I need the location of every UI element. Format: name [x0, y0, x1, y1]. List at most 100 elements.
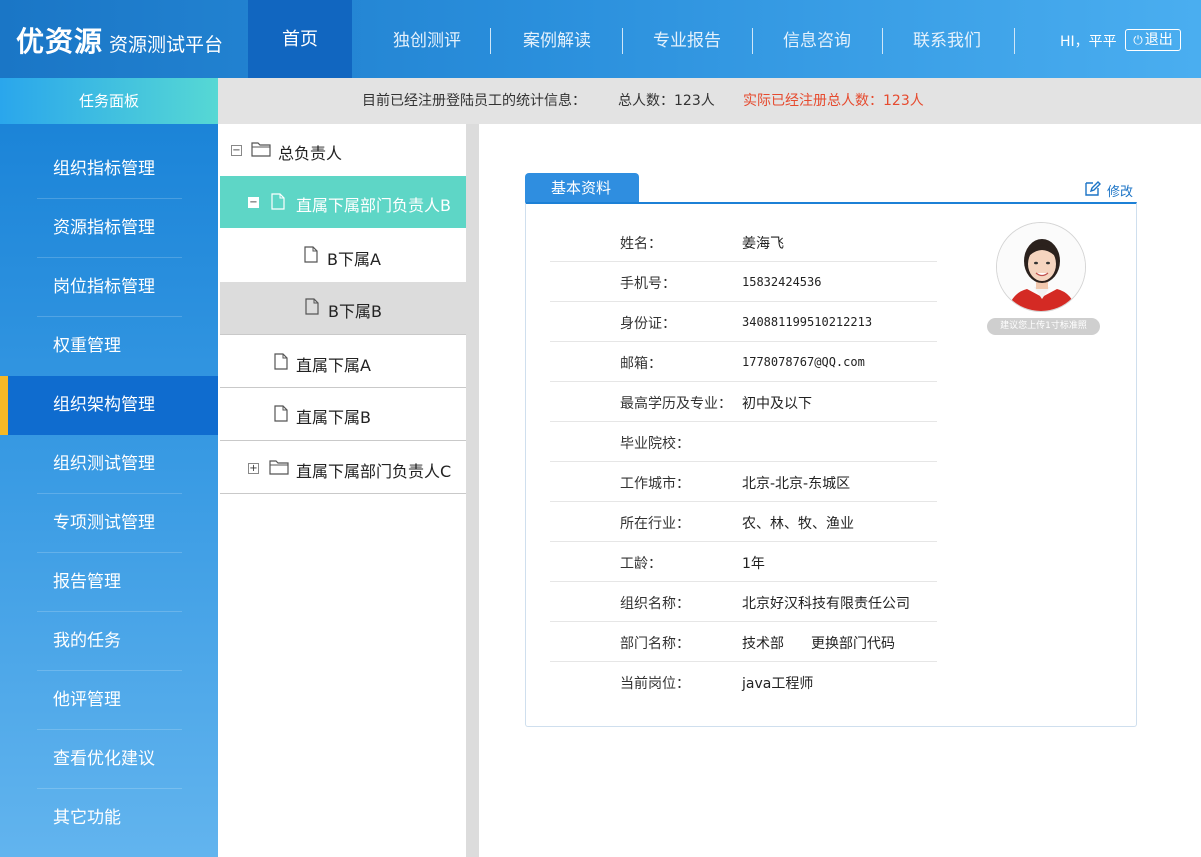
- sidebar-item-my-tasks[interactable]: 我的任务: [0, 612, 218, 671]
- sidebar-item-resource-indicators[interactable]: 资源指标管理: [0, 199, 218, 258]
- field-label: 工龄：: [620, 556, 662, 572]
- sidebar-item-label: 我的任务: [53, 631, 121, 651]
- nav-item-evaluation[interactable]: 独创测评: [393, 0, 461, 78]
- sidebar-item-suggestions[interactable]: 查看优化建议: [0, 730, 218, 789]
- sidebar-item-org-tests[interactable]: 组织测试管理: [0, 435, 218, 494]
- sidebar-item-label: 岗位指标管理: [53, 277, 155, 297]
- field-value: 北京好汉科技有限责任公司: [742, 596, 910, 612]
- tree-node-label: 直属下属A: [296, 356, 371, 375]
- sidebar-item-reports[interactable]: 报告管理: [0, 553, 218, 612]
- tree-node-direct-a[interactable]: 直属下属A: [220, 335, 466, 388]
- tree-node-dept-c[interactable]: + 直属下属部门负责人C: [220, 441, 466, 494]
- nav-item-contact[interactable]: 联系我们: [913, 0, 981, 78]
- sidebar: 组织指标管理 资源指标管理 岗位指标管理 权重管理 组织架构管理 组织测试管理 …: [0, 124, 218, 857]
- sidebar-item-label: 组织测试管理: [53, 454, 155, 474]
- sidebar-item-peer-review[interactable]: 他评管理: [0, 671, 218, 730]
- field-label: 姓名：: [620, 236, 662, 252]
- file-icon: [274, 405, 288, 422]
- tree-node-b-sub-a[interactable]: B下属A: [220, 228, 466, 282]
- stats-label: 目前已经注册登陆员工的统计信息：: [362, 93, 586, 109]
- logout-button[interactable]: ⏻ 退出: [1125, 29, 1181, 51]
- collapse-icon[interactable]: −: [231, 145, 242, 156]
- logo[interactable]: 优资源 资源测试平台: [16, 20, 223, 60]
- change-dept-code-link[interactable]: 更换部门代码: [811, 633, 895, 653]
- folder-icon: [269, 460, 289, 475]
- field-value: 农、林、牧、渔业: [742, 516, 854, 532]
- collapse-icon[interactable]: −: [248, 197, 259, 208]
- field-value: 技术部: [742, 636, 784, 652]
- platform-subtitle: 资源测试平台: [109, 34, 224, 56]
- field-value: 初中及以下: [742, 396, 812, 412]
- sidebar-item-label: 报告管理: [53, 572, 121, 592]
- tree-node-b-sub-b[interactable]: B下属B: [220, 282, 466, 335]
- stats-bar: 目前已经注册登陆员工的统计信息： 总人数：123人 实际已经注册总人数：123人: [218, 78, 1201, 124]
- field-org: 组织名称： 北京好汉科技有限责任公司: [550, 582, 937, 622]
- task-panel-header: 任务面板: [0, 78, 218, 124]
- avatar-upload-hint[interactable]: 建议您上传1寸标准照: [987, 318, 1100, 335]
- field-dept: 部门名称： 技术部 更换部门代码: [550, 622, 937, 662]
- tab-basic-info[interactable]: 基本资料: [525, 173, 639, 204]
- tree-node-label: 直属下属部门负责人B: [296, 196, 451, 215]
- sidebar-item-weights[interactable]: 权重管理: [0, 317, 218, 376]
- sidebar-item-other[interactable]: 其它功能: [0, 789, 218, 848]
- tree-node-label: 直属下属B: [296, 408, 371, 427]
- user-greeting: HI，平平: [1060, 34, 1117, 50]
- sidebar-item-org-structure[interactable]: 组织架构管理: [0, 376, 218, 435]
- file-icon: [304, 246, 318, 263]
- nav-separator: [752, 28, 753, 54]
- tree-node-dept-b[interactable]: − 直属下属部门负责人B: [220, 176, 466, 228]
- file-icon: [271, 193, 285, 210]
- tree-node-root[interactable]: − 总负责人: [220, 124, 466, 176]
- tree-node-label: 直属下属部门负责人C: [296, 462, 452, 481]
- field-label: 部门名称：: [620, 636, 690, 652]
- sidebar-item-label: 资源指标管理: [53, 218, 155, 238]
- nav-separator: [882, 28, 883, 54]
- field-value: 15832424536: [742, 275, 822, 289]
- divider: [220, 493, 466, 494]
- nav-separator: [490, 28, 491, 54]
- file-icon: [274, 353, 288, 370]
- field-seniority: 工龄： 1年: [550, 542, 937, 582]
- field-label: 工作城市：: [620, 476, 690, 492]
- tree-node-label: B下属A: [327, 250, 381, 269]
- field-phone: 手机号： 15832424536: [550, 262, 937, 302]
- logout-label: 退出: [1144, 32, 1173, 48]
- edit-icon: [1085, 181, 1101, 196]
- file-icon: [305, 298, 319, 315]
- profile-photo: [997, 223, 1085, 311]
- nav-item-reports[interactable]: 专业报告: [653, 0, 721, 78]
- edit-label: 修改: [1107, 185, 1134, 200]
- field-label: 邮箱：: [620, 356, 662, 372]
- sidebar-item-label: 组织架构管理: [53, 395, 155, 415]
- nav-item-cases[interactable]: 案例解读: [523, 0, 591, 78]
- sidebar-item-special-tests[interactable]: 专项测试管理: [0, 494, 218, 553]
- nav-separator: [1014, 28, 1015, 54]
- nav-home[interactable]: 首页: [248, 0, 352, 78]
- field-value: java工程师: [742, 676, 814, 692]
- field-value: 340881199510212213: [742, 315, 873, 329]
- field-email: 邮箱： 1778078767@QQ.com: [550, 342, 937, 382]
- field-id-card: 身份证： 340881199510212213: [550, 302, 937, 342]
- field-name: 姓名： 姜海飞: [550, 222, 937, 262]
- sidebar-item-label: 专项测试管理: [53, 513, 155, 533]
- nav-item-consulting[interactable]: 信息咨询: [783, 0, 851, 78]
- field-position: 当前岗位： java工程师: [550, 662, 937, 702]
- active-indicator: [0, 376, 8, 435]
- tree-node-label: B下属B: [328, 302, 382, 321]
- brand-name: 优资源: [16, 25, 104, 58]
- tree-node-direct-b[interactable]: 直属下属B: [220, 388, 466, 441]
- field-label: 最高学历及专业：: [620, 396, 732, 412]
- field-label: 组织名称：: [620, 596, 690, 612]
- sidebar-item-label: 其它功能: [53, 808, 121, 828]
- field-industry: 所在行业： 农、林、牧、渔业: [550, 502, 937, 542]
- avatar[interactable]: [996, 222, 1086, 312]
- field-label: 身份证：: [620, 316, 676, 332]
- panel-splitter[interactable]: [466, 124, 479, 857]
- sidebar-item-label: 组织指标管理: [53, 159, 155, 179]
- sidebar-item-org-indicators[interactable]: 组织指标管理: [0, 140, 218, 199]
- nav-separator: [622, 28, 623, 54]
- sidebar-item-label: 查看优化建议: [53, 749, 155, 769]
- field-education: 最高学历及专业： 初中及以下: [550, 382, 937, 422]
- expand-icon[interactable]: +: [248, 463, 259, 474]
- sidebar-item-position-indicators[interactable]: 岗位指标管理: [0, 258, 218, 317]
